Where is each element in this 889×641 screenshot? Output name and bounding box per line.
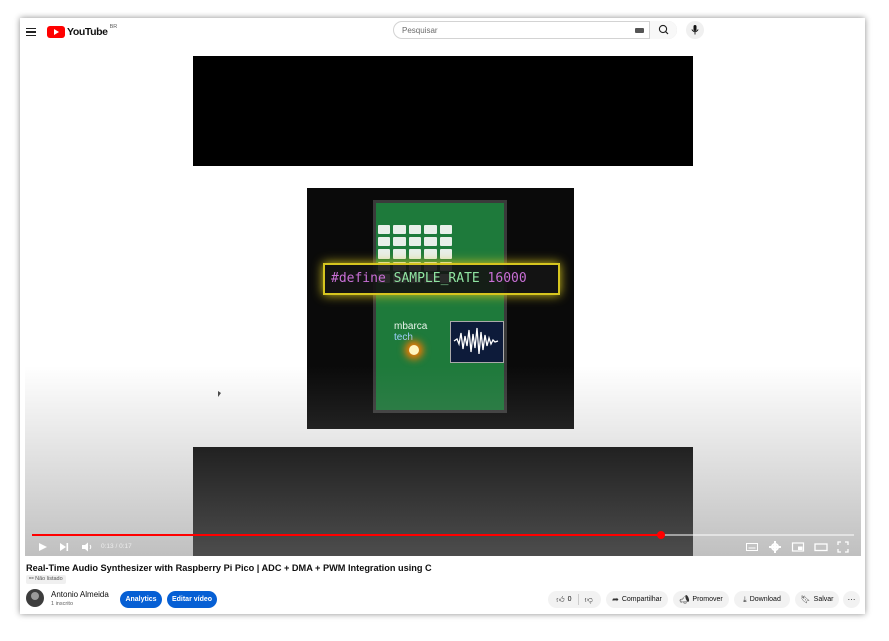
save-button[interactable]: 🔖︎ Salvar <box>795 591 839 608</box>
more-actions-button[interactable]: ⋯ <box>843 591 860 608</box>
microphone-icon <box>691 25 699 35</box>
promote-label: Promover <box>692 596 723 603</box>
thumbs-down-icon[interactable]: 👎︎ <box>585 591 593 608</box>
visibility-label: Não listado <box>35 576 63 582</box>
next-icon[interactable] <box>58 540 70 554</box>
country-code: BR <box>109 24 118 30</box>
channel-name[interactable]: Antonio Almeida <box>51 590 109 599</box>
settings-gear-icon[interactable] <box>768 540 782 554</box>
progress-played <box>32 534 661 536</box>
youtube-logo[interactable]: YouTube BR <box>47 24 118 39</box>
like-dislike-group: 👍︎ 0 👎︎ <box>548 591 601 608</box>
volume-icon[interactable] <box>80 540 94 554</box>
code-keyword: #define <box>331 271 386 286</box>
subtitles-icon[interactable] <box>745 540 759 554</box>
video-content: mbarca tech #define SAMPLE_RATE 16000 <box>307 188 574 429</box>
promote-button[interactable]: 📣︎ Promover <box>673 591 729 608</box>
board-brand-line1: mbarca <box>394 321 428 332</box>
code-value: 16000 <box>487 271 527 286</box>
share-button[interactable]: ➦ Compartilhar <box>606 591 668 608</box>
save-label: Salvar <box>813 596 834 603</box>
video-frame-bottom <box>193 447 693 556</box>
megaphone-icon: 📣︎ <box>679 595 690 604</box>
search-input[interactable] <box>402 24 622 36</box>
play-icon[interactable] <box>37 540 49 554</box>
share-arrow-icon: ➦ <box>612 595 619 604</box>
keyboard-icon[interactable] <box>635 28 644 33</box>
search-button[interactable] <box>649 21 677 39</box>
subscriber-count: 1 inscrito <box>51 601 74 607</box>
video-title: Real-Time Audio Synthesizer with Raspber… <box>26 563 432 573</box>
visibility-badge: ⚯ Não listado <box>26 575 66 584</box>
download-button[interactable]: ⤓ Download <box>734 591 790 608</box>
share-label: Compartilhar <box>621 596 662 603</box>
logo-text: YouTube <box>67 26 108 38</box>
rgb-led <box>409 345 419 355</box>
download-icon: ⤓ <box>743 595 747 604</box>
progress-bar[interactable] <box>32 531 854 539</box>
video-frame-top <box>193 56 693 166</box>
voice-search-button[interactable] <box>686 21 704 39</box>
waveform-icon <box>453 327 499 355</box>
board-brand-line2: tech <box>394 332 413 343</box>
search-icon <box>658 24 669 35</box>
masthead: YouTube BR <box>20 18 865 46</box>
code-overlay: #define SAMPLE_RATE 16000 <box>323 263 560 295</box>
like-count: 0 <box>567 596 572 603</box>
code-identifier: SAMPLE_RATE <box>393 271 480 286</box>
browser-page: YouTube BR Pesquisar mbarca tech #define… <box>20 18 865 614</box>
video-player[interactable]: mbarca tech #define SAMPLE_RATE 16000 0:… <box>25 48 861 556</box>
fullscreen-icon[interactable] <box>836 540 850 554</box>
scrubber-handle[interactable] <box>656 531 665 539</box>
search-box <box>393 21 677 39</box>
more-horizontal-icon: ⋯ <box>847 595 856 604</box>
thumbs-up-icon[interactable]: 👍︎ <box>556 591 564 608</box>
mouse-cursor-icon <box>218 391 221 397</box>
bookmark-icon: 🔖︎ <box>800 595 811 604</box>
theater-mode-icon[interactable] <box>814 540 828 554</box>
pico-board-image: mbarca tech <box>373 200 507 413</box>
oled-display <box>450 321 504 363</box>
hamburger-menu-icon[interactable] <box>26 26 36 38</box>
link-icon: ⚯ <box>29 576 34 582</box>
like-divider <box>577 594 579 605</box>
edit-video-button[interactable]: Editar vídeo <box>167 591 217 608</box>
channel-avatar[interactable] <box>26 589 44 607</box>
youtube-play-icon <box>47 26 65 38</box>
board-brand: mbarca tech <box>394 321 427 343</box>
download-label: Download <box>749 596 781 603</box>
time-display: 0:13 / 0:17 <box>101 543 132 550</box>
analytics-button[interactable]: Analytics <box>120 591 162 608</box>
miniplayer-icon[interactable] <box>791 540 805 554</box>
